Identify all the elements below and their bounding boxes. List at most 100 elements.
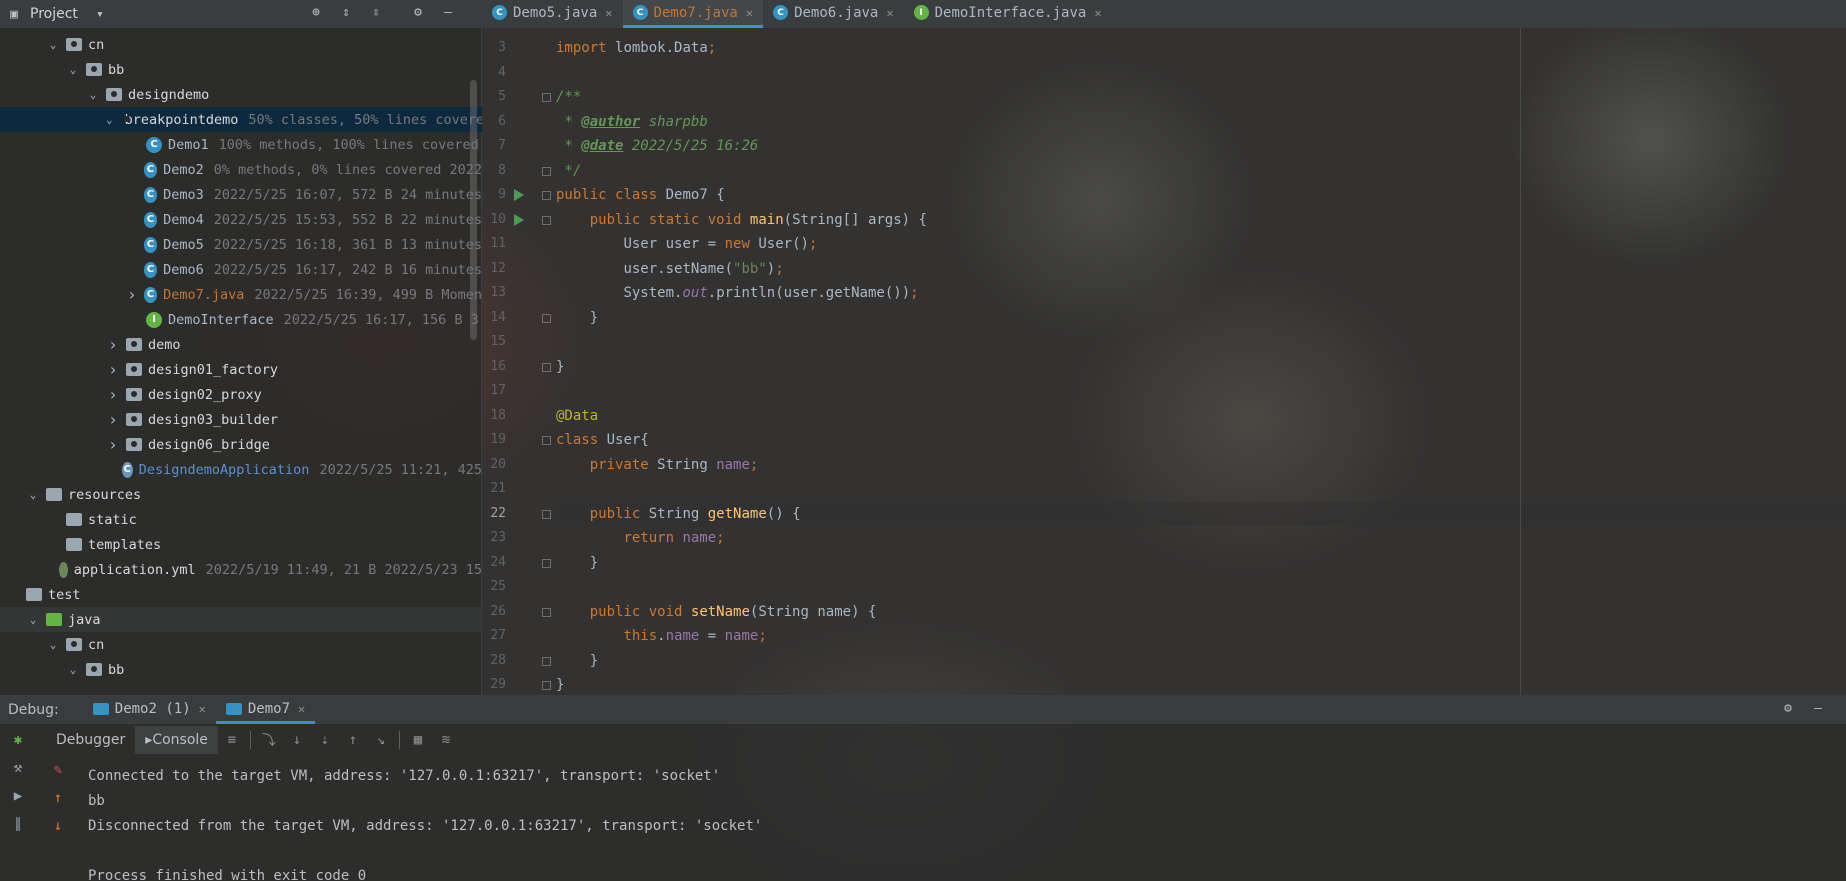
tree-item[interactable]: › design06_bridge xyxy=(0,432,482,457)
project-scrollbar[interactable] xyxy=(470,80,477,340)
editor-tab[interactable]: C Demo6.java ✕ xyxy=(763,0,904,28)
tree-item[interactable]: C Demo2 0% methods, 0% lines covered 2022 xyxy=(0,157,482,182)
close-icon[interactable]: ✕ xyxy=(199,702,206,716)
trace-icon[interactable]: ≋ xyxy=(432,729,460,751)
code-line[interactable]: public String getName() { xyxy=(556,501,1846,526)
code-line[interactable]: User user = new User(); xyxy=(556,232,1846,257)
step-over-icon[interactable]: ↓ xyxy=(283,729,311,751)
code-line[interactable]: * @date 2022/5/25 16:26 xyxy=(556,134,1846,159)
tree-item[interactable]: ⌄ cn xyxy=(0,32,482,57)
debug-session-tab[interactable]: Demo2 (1) ✕ xyxy=(83,696,216,724)
tree-item[interactable]: › design02_proxy xyxy=(0,382,482,407)
code-line[interactable]: @Data xyxy=(556,404,1846,429)
code-line[interactable]: System.out.println(user.getName()); xyxy=(556,281,1846,306)
collapse-all-icon[interactable]: ⇳ xyxy=(368,4,384,20)
close-icon[interactable]: ✕ xyxy=(298,702,305,716)
fold-icon[interactable] xyxy=(542,166,551,176)
fold-icon[interactable] xyxy=(542,436,551,445)
pause-icon[interactable]: ∥ xyxy=(0,810,36,838)
editor-tab[interactable]: I DemoInterface.java ✕ xyxy=(904,0,1112,28)
code-line[interactable]: } xyxy=(556,551,1846,576)
tree-item[interactable]: I DemoInterface 2022/5/25 16:17, 156 B 3 xyxy=(0,307,482,332)
fold-icon[interactable] xyxy=(542,558,551,568)
debug-subtab-console[interactable]: ▸ Console xyxy=(135,726,218,754)
tree-item[interactable]: ⌄ bb xyxy=(0,57,482,82)
run-gutter-icon[interactable] xyxy=(514,189,524,201)
fold-icon[interactable] xyxy=(542,607,551,617)
code-line[interactable]: } xyxy=(556,673,1846,698)
tree-item[interactable]: C DesigndemoApplication 2022/5/25 11:21, 4… xyxy=(0,457,482,482)
run-gutter-icon[interactable] xyxy=(514,213,524,226)
editor-tab[interactable]: C Demo5.java ✕ xyxy=(482,0,623,28)
editor-tab[interactable]: C Demo7.java ✕ xyxy=(622,0,764,28)
code-line[interactable]: public static void main(String[] args) { xyxy=(556,208,1846,233)
code-line[interactable]: import lombok.Data; xyxy=(556,36,1846,61)
tree-item[interactable]: › design03_builder xyxy=(0,407,482,432)
threads-icon[interactable]: ≡ xyxy=(218,729,246,751)
chevron-down-icon[interactable]: ⌄ xyxy=(106,113,113,126)
chevron-right-icon[interactable]: › xyxy=(106,360,120,379)
fold-icon[interactable] xyxy=(542,191,551,200)
gear-icon[interactable]: ⚙ xyxy=(410,4,426,20)
edit-icon[interactable]: ✎ xyxy=(44,756,72,784)
tree-item[interactable]: application.yml 2022/5/19 11:49, 21 B 202… xyxy=(0,557,482,582)
fold-icon[interactable] xyxy=(542,313,551,323)
chevron-down-icon[interactable]: ⌄ xyxy=(46,38,60,51)
chevron-down-icon[interactable]: ▾ xyxy=(92,6,108,22)
run-to-cursor-icon[interactable]: ↘ xyxy=(367,729,395,751)
fold-icon[interactable] xyxy=(542,656,551,666)
chevron-down-icon[interactable]: ⌄ xyxy=(66,663,80,676)
tree-item[interactable]: › design01_factory xyxy=(0,357,482,382)
wrench-icon[interactable]: ⚒ xyxy=(0,754,36,782)
code-line[interactable] xyxy=(556,379,1846,404)
chevron-down-icon[interactable]: ⌄ xyxy=(26,613,40,626)
code-line[interactable]: class User{ xyxy=(556,428,1846,453)
resume-icon[interactable]: ▶ xyxy=(0,782,36,810)
code-line[interactable]: private String name; xyxy=(556,453,1846,478)
minimize-icon[interactable]: — xyxy=(1810,700,1826,716)
expand-all-icon[interactable]: ⇕ xyxy=(338,4,354,20)
chevron-right-icon[interactable]: › xyxy=(106,435,120,454)
chevron-down-icon[interactable]: ⌄ xyxy=(46,638,60,651)
chevron-down-icon[interactable]: ⌄ xyxy=(66,63,80,76)
step-into-icon[interactable]: ⇣ xyxy=(311,729,339,751)
code-line[interactable]: public void setName(String name) { xyxy=(556,600,1846,625)
minimize-icon[interactable]: — xyxy=(440,4,456,20)
fold-icon[interactable] xyxy=(542,215,551,225)
tree-item[interactable]: ⌄ breakpointdemo 50% classes, 50% lines co… xyxy=(0,107,482,132)
chevron-right-icon[interactable]: › xyxy=(126,285,138,304)
down-arrow-icon[interactable]: ↓ xyxy=(44,812,72,840)
chevron-right-icon[interactable]: › xyxy=(106,335,120,354)
tree-item[interactable]: C Demo5 2022/5/25 16:18, 361 B 13 minutes xyxy=(0,232,482,257)
code-line[interactable]: public class Demo7 { xyxy=(556,183,1846,208)
code-line[interactable]: /** xyxy=(556,85,1846,110)
tree-item[interactable]: › C Demo7.java 2022/5/25 16:39, 499 B Momen xyxy=(0,282,482,307)
up-arrow-icon[interactable]: ↑ xyxy=(44,784,72,812)
console-output[interactable]: Connected to the target VM, address: '12… xyxy=(88,764,1828,881)
tree-item[interactable]: C Demo6 2022/5/25 16:17, 242 B 16 minutes xyxy=(0,257,482,282)
tree-item[interactable]: static xyxy=(0,507,482,532)
code-line[interactable]: } xyxy=(556,306,1846,331)
chevron-right-icon[interactable]: › xyxy=(106,410,120,429)
tree-item[interactable]: test xyxy=(0,582,482,607)
code-line[interactable] xyxy=(556,477,1846,502)
code-line[interactable]: } xyxy=(556,355,1846,380)
code-line[interactable]: */ xyxy=(556,159,1846,184)
code-line[interactable] xyxy=(556,61,1846,86)
gear-icon[interactable]: ⚙ xyxy=(1780,700,1796,716)
tree-item[interactable]: C Demo4 2022/5/25 15:53, 552 B 22 minutes xyxy=(0,207,482,232)
tree-item[interactable]: ⌄ resources xyxy=(0,482,482,507)
code-line[interactable]: user.setName("bb"); xyxy=(556,257,1846,282)
tree-item[interactable]: ⌄ designdemo xyxy=(0,82,482,107)
debug-subtab-debugger[interactable]: Debugger xyxy=(46,726,135,754)
tree-item[interactable]: ⌄ bb xyxy=(0,657,482,682)
tree-item[interactable]: templates xyxy=(0,532,482,557)
close-icon[interactable]: ✕ xyxy=(605,6,612,20)
close-icon[interactable]: ✕ xyxy=(886,6,893,20)
fold-icon[interactable] xyxy=(542,509,551,519)
show-execution-point-icon[interactable]: ⤵ xyxy=(255,729,283,751)
tree-item[interactable]: ⌄ java xyxy=(0,607,482,632)
locate-icon[interactable]: ⊕ xyxy=(308,4,324,20)
fold-icon[interactable] xyxy=(542,362,551,372)
code-line[interactable]: return name; xyxy=(556,526,1846,551)
